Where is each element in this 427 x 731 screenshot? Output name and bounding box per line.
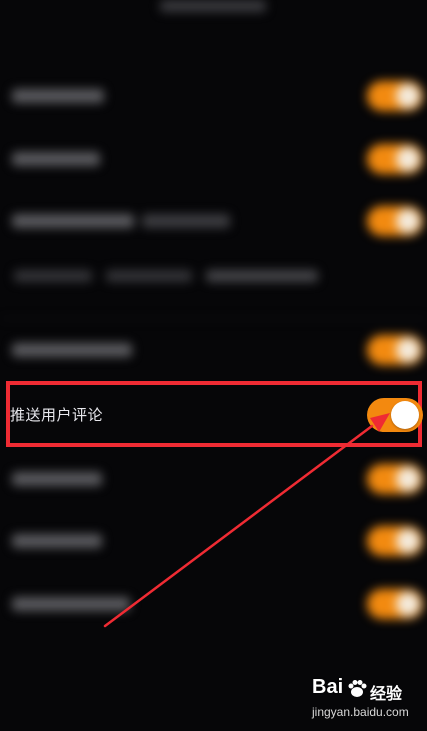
watermark-logo: Bai: [312, 676, 344, 698]
watermark: Bai 经验 jingyan.baidu.com: [312, 676, 424, 724]
settings-screen: 推送用户评论 Bai 经验 jingyan.baidu.com: [0, 0, 427, 731]
watermark-url: jingyan.baidu.com: [312, 705, 409, 719]
arrow-icon: [103, 413, 390, 628]
watermark-logo-suffix: 经验: [370, 684, 403, 703]
paw-icon: [348, 680, 367, 697]
